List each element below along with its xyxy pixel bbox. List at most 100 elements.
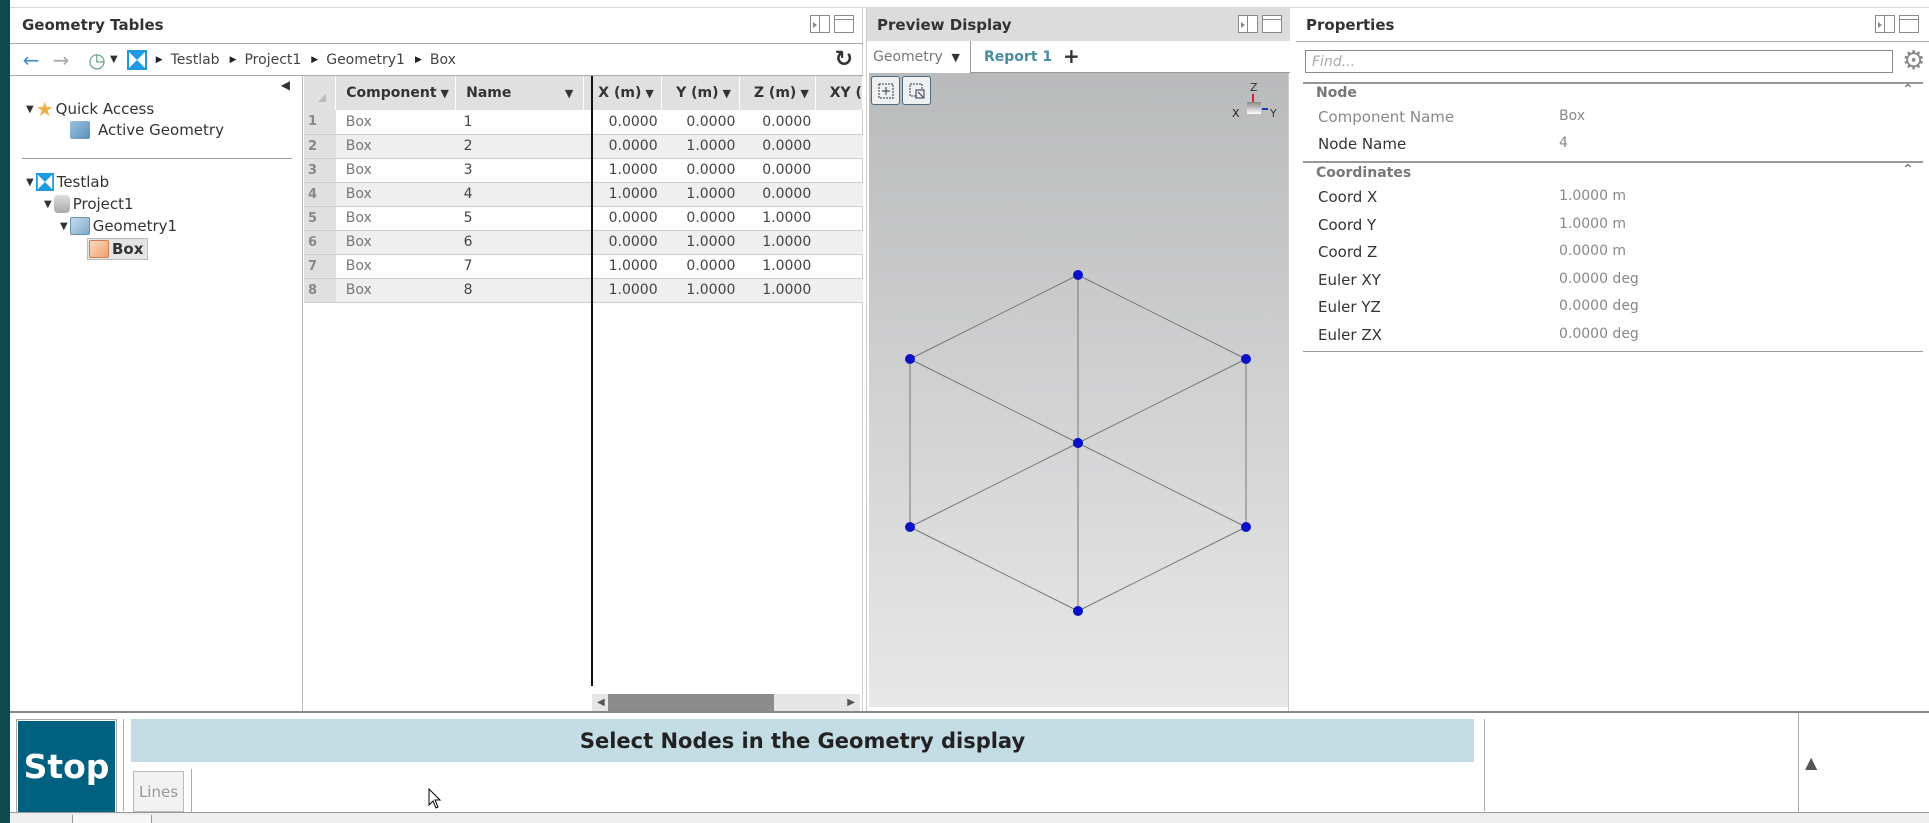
cell-x[interactable]: 0.0000 [583, 230, 662, 255]
cell-x[interactable]: 1.0000 [583, 278, 662, 303]
column-header-y[interactable]: Y (m) ▼ [661, 76, 740, 110]
cell-component[interactable]: Box [335, 206, 456, 231]
geometry-viewport[interactable]: Z X Y [869, 73, 1288, 707]
node-point-2[interactable] [1241, 522, 1251, 532]
history-icon[interactable]: ◷ [86, 48, 108, 72]
row-number[interactable]: 3 [304, 158, 336, 183]
column-header-name[interactable]: Name ▼ [455, 76, 585, 110]
row-number[interactable]: 6 [304, 230, 336, 255]
maximize-panel-button[interactable] [1899, 15, 1919, 33]
cell-name[interactable]: 5 [455, 206, 584, 231]
node-point-5[interactable] [1073, 270, 1083, 280]
tree-item-quick-access[interactable]: ▼ ★ Quick Access [26, 97, 154, 121]
testlab-home-icon[interactable] [126, 49, 148, 71]
box-edge[interactable] [1077, 358, 1247, 444]
column-header-z[interactable]: Z (m) ▼ [739, 76, 816, 110]
cell-z[interactable]: 1.0000 [739, 230, 816, 255]
cell-z[interactable]: 1.0000 [739, 206, 816, 231]
forward-arrow-icon[interactable]: → [50, 48, 72, 72]
dock-panel-button[interactable] [810, 15, 830, 33]
cell-xy[interactable] [815, 278, 863, 303]
property-value[interactable]: 4 [1559, 135, 1568, 151]
filter-arrow-icon[interactable]: ▼ [645, 87, 653, 100]
box-edge[interactable] [909, 442, 1079, 528]
property-value[interactable]: 0.0000 deg [1559, 298, 1639, 314]
bottom-tab[interactable] [72, 815, 152, 823]
cell-name[interactable]: 6 [455, 230, 584, 255]
node-point-6[interactable] [1241, 354, 1251, 364]
cell-xy[interactable] [815, 230, 863, 255]
cell-x[interactable]: 0.0000 [583, 110, 662, 135]
table-row[interactable]: 2 Box 2 0.0000 1.0000 0.0000 [304, 134, 863, 159]
row-number[interactable]: 5 [304, 206, 336, 231]
box-edge[interactable] [909, 274, 1079, 360]
gear-icon[interactable]: ⚙ [1902, 46, 1925, 76]
cell-name[interactable]: 7 [455, 254, 584, 279]
breadcrumb-box[interactable]: Box [430, 52, 456, 68]
box-edge[interactable] [1077, 526, 1247, 612]
column-header-x[interactable]: X (m) ▼ [583, 76, 663, 110]
property-value[interactable]: 1.0000 m [1559, 216, 1626, 232]
table-row[interactable]: 8 Box 8 1.0000 1.0000 1.0000 [304, 278, 863, 303]
collapse-section-icon[interactable]: ⌃ [1902, 82, 1914, 98]
cell-z[interactable]: 0.0000 [739, 182, 816, 207]
expand-arrow-icon[interactable]: ▼ [26, 177, 34, 188]
breadcrumb-project[interactable]: Project1 [244, 52, 301, 68]
cell-y[interactable]: 1.0000 [661, 278, 740, 303]
expand-arrow-icon[interactable]: ▼ [26, 104, 34, 115]
box-edge[interactable] [909, 358, 1079, 444]
dock-panel-button[interactable] [1238, 15, 1258, 33]
box-edge[interactable] [1077, 442, 1247, 528]
property-value[interactable]: 1.0000 m [1559, 188, 1626, 204]
maximize-panel-button[interactable] [1262, 15, 1282, 33]
cell-component[interactable]: Box [335, 230, 456, 255]
horizontal-scrollbar[interactable]: ◀ ▶ [592, 694, 860, 712]
table-row[interactable]: 4 Box 4 1.0000 1.0000 0.0000 [304, 182, 863, 207]
property-value[interactable]: 0.0000 m [1559, 243, 1626, 259]
tree-item-testlab[interactable]: ▼ Testlab [26, 173, 109, 191]
cell-name[interactable]: 1 [455, 110, 584, 135]
back-arrow-icon[interactable]: ← [20, 48, 42, 72]
row-number[interactable]: 7 [304, 254, 336, 279]
select-all-corner[interactable] [304, 76, 337, 110]
row-number[interactable]: 1 [304, 110, 336, 135]
row-number[interactable]: 8 [304, 278, 336, 303]
table-row[interactable]: 3 Box 3 1.0000 0.0000 0.0000 [304, 158, 863, 183]
cell-x[interactable]: 1.0000 [583, 182, 662, 207]
filter-arrow-icon[interactable]: ▼ [723, 87, 731, 100]
node-point-3[interactable] [905, 522, 915, 532]
lines-button[interactable]: Lines [133, 771, 184, 812]
property-value[interactable]: 0.0000 deg [1559, 326, 1639, 342]
scrollbar-thumb[interactable] [608, 694, 774, 712]
cell-name[interactable]: 4 [455, 182, 584, 207]
breadcrumb-geometry[interactable]: Geometry1 [326, 52, 405, 68]
tree-item-active-geometry[interactable]: Active Geometry [70, 121, 224, 139]
cell-xy[interactable] [815, 182, 863, 207]
box-edge[interactable] [1077, 274, 1247, 360]
scroll-right-icon[interactable]: ▶ [847, 697, 855, 708]
cell-xy[interactable] [815, 158, 863, 183]
cell-z[interactable]: 0.0000 [739, 134, 816, 159]
cell-y[interactable]: 0.0000 [661, 254, 740, 279]
cell-z[interactable]: 0.0000 [739, 110, 816, 135]
tab-geometry[interactable]: Geometry ▼ [867, 41, 971, 74]
cell-x[interactable]: 0.0000 [583, 134, 662, 159]
cell-y[interactable]: 1.0000 [661, 182, 740, 207]
scroll-left-icon[interactable]: ◀ [597, 697, 605, 708]
cell-z[interactable]: 1.0000 [739, 278, 816, 303]
cell-component[interactable]: Box [335, 134, 456, 159]
cell-component[interactable]: Box [335, 254, 456, 279]
frozen-column-divider[interactable] [591, 76, 593, 686]
cell-y[interactable]: 0.0000 [661, 206, 740, 231]
node-point-4[interactable] [1073, 606, 1083, 616]
cell-y[interactable]: 0.0000 [661, 158, 740, 183]
expand-up-icon[interactable]: ▲ [1805, 753, 1817, 772]
maximize-panel-button[interactable] [834, 15, 854, 33]
table-row[interactable]: 5 Box 5 0.0000 0.0000 1.0000 [304, 206, 863, 231]
box-edge[interactable] [909, 526, 1079, 612]
tree-item-geometry[interactable]: ▼ Geometry1 [60, 217, 177, 235]
filter-arrow-icon[interactable]: ▼ [565, 87, 573, 100]
expand-arrow-icon[interactable]: ▼ [44, 199, 52, 210]
cell-x[interactable]: 1.0000 [583, 158, 662, 183]
node-point-7[interactable] [905, 354, 915, 364]
